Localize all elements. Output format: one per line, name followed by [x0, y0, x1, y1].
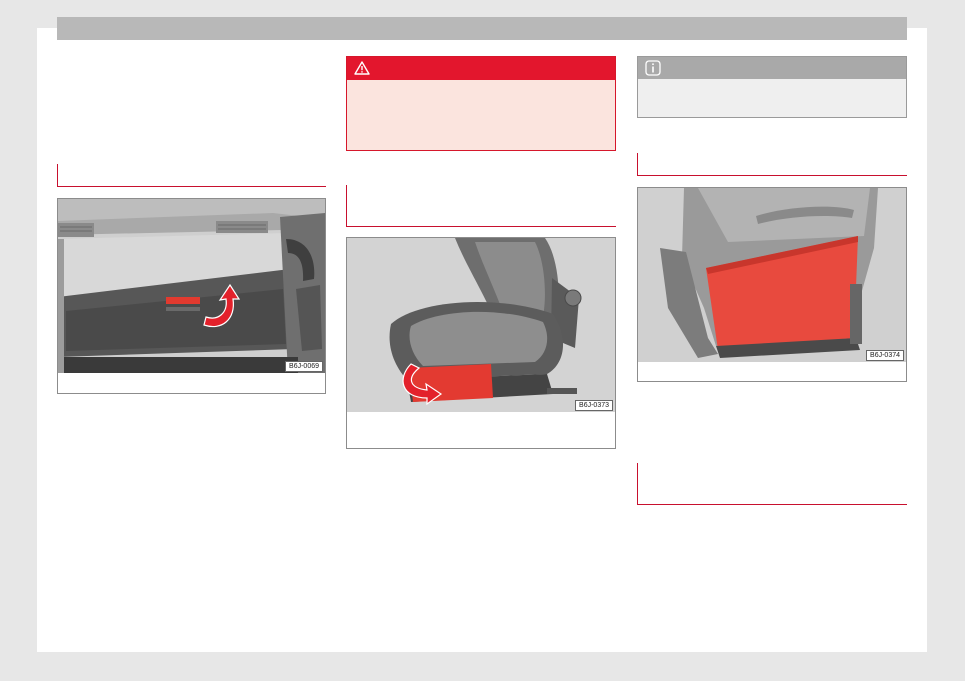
info-icon	[645, 60, 661, 81]
figure-seat-drawer-image	[347, 238, 615, 412]
warning-header	[347, 57, 615, 80]
figure-seat-drawer: B6J-0373	[346, 237, 616, 449]
warning-triangle-icon	[354, 61, 370, 80]
warning-box	[346, 56, 616, 151]
page-bottom-strip	[0, 676, 965, 681]
figure-code: B6J-0374	[866, 350, 904, 361]
figure-seatback-pocket-image	[638, 188, 906, 362]
section-header-glovebox	[57, 164, 326, 187]
info-header	[638, 57, 906, 79]
section-header-seatback-pocket	[637, 153, 907, 176]
section-header-right-bottom	[637, 463, 907, 505]
seat-drawer-illustration	[347, 238, 615, 412]
section-header-seat-drawer	[346, 185, 616, 227]
page-header-bar	[57, 17, 907, 40]
figure-seatback-pocket: B6J-0374	[637, 187, 907, 382]
seatback-pocket-illustration	[638, 188, 906, 362]
figure-glovebox: B6J-0069	[57, 198, 326, 394]
figure-code: B6J-0373	[575, 400, 613, 411]
figure-glovebox-image	[58, 199, 325, 373]
glovebox-illustration	[58, 199, 325, 373]
figure-code: B6J-0069	[285, 361, 323, 372]
info-box	[637, 56, 907, 118]
